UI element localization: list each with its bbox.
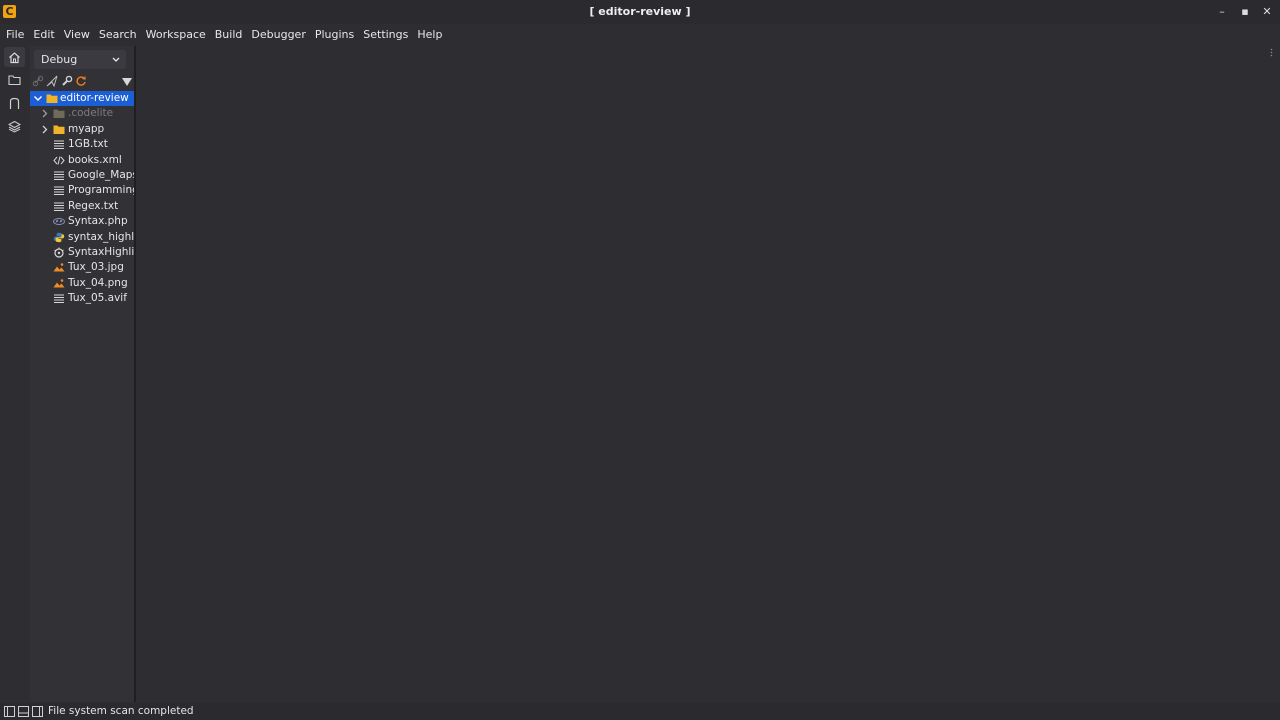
code-file-icon: [53, 155, 65, 166]
chevron-right-icon[interactable]: [40, 122, 50, 137]
workspace-toolbar: [30, 74, 134, 90]
folder-icon: [46, 93, 58, 104]
tree-item[interactable]: 1GB.txt: [30, 137, 134, 152]
chevron-right-icon[interactable]: [40, 106, 50, 121]
tree-item-label: Google_Maps_: [68, 168, 134, 181]
folder-icon: [53, 108, 65, 119]
tree-item[interactable]: Regex.txt: [30, 199, 134, 214]
folder-icon[interactable]: [4, 70, 25, 90]
maximize-button[interactable]: ▪: [1237, 4, 1253, 20]
menu-view[interactable]: View: [64, 28, 90, 41]
menu-debugger[interactable]: Debugger: [251, 28, 305, 41]
tree-item[interactable]: Tux_04.png: [30, 276, 134, 291]
status-bar: File system scan completed: [0, 703, 1280, 720]
toggle-right-panel-icon[interactable]: [32, 706, 43, 717]
toggle-sidebar-icon[interactable]: [4, 706, 15, 717]
tree-item[interactable]: books.xml: [30, 153, 134, 168]
tree-root[interactable]: editor-review: [30, 91, 134, 106]
text-file-icon: [53, 201, 65, 212]
tree-item-label: myapp: [68, 122, 105, 135]
text-file-icon: [53, 293, 65, 304]
tree-item[interactable]: Tux_03.jpg: [30, 260, 134, 275]
tree-item-label: editor-review: [60, 92, 129, 104]
tree-item-label: syntax_highlig: [68, 230, 134, 243]
title-bar: C [ editor-review ] – ▪ ✕: [0, 0, 1280, 24]
activity-bar: [0, 46, 29, 702]
tree-item-label: Tux_03.jpg: [68, 261, 124, 274]
minimize-button[interactable]: –: [1214, 4, 1230, 20]
link-icon[interactable]: [32, 75, 45, 88]
menu-bar: File Edit View Search Workspace Build De…: [0, 24, 1280, 44]
tree-item-label: SyntaxHighlig: [68, 245, 134, 258]
menu-plugins[interactable]: Plugins: [315, 28, 354, 41]
send-icon[interactable]: [46, 75, 59, 88]
refresh-icon[interactable]: [75, 75, 88, 88]
home-icon[interactable]: [4, 47, 25, 67]
chevron-down-icon[interactable]: [33, 91, 43, 106]
tree-item[interactable]: Syntax.php: [30, 214, 134, 229]
tree-item[interactable]: Programming(: [30, 183, 134, 198]
file-tree: editor-review .codelite myapp 1GB.txt bo…: [30, 91, 134, 306]
tree-item-label: Syntax.php: [68, 215, 128, 228]
workspace-panel: Debug editor-review .codelite myapp 1GB.…: [30, 46, 134, 702]
menu-settings[interactable]: Settings: [363, 28, 408, 41]
more-options-icon[interactable]: [1270, 48, 1273, 57]
filter-icon[interactable]: [122, 75, 134, 88]
chevron-down-icon: [112, 50, 120, 77]
toggle-bottom-panel-icon[interactable]: [18, 706, 29, 717]
menu-build[interactable]: Build: [215, 28, 243, 41]
tree-item-label: Tux_05.avif: [68, 292, 127, 305]
tree-item[interactable]: Tux_05.avif: [30, 291, 134, 306]
status-message: File system scan completed: [48, 705, 194, 717]
rust-file-icon: [53, 247, 65, 258]
tree-item-label: Tux_04.png: [68, 276, 128, 289]
editor-area[interactable]: [136, 46, 1280, 702]
image-file-icon: [53, 262, 65, 273]
close-button[interactable]: ✕: [1259, 4, 1275, 20]
image-file-icon: [53, 278, 65, 289]
tree-item[interactable]: SyntaxHighlig: [30, 245, 134, 260]
menu-search[interactable]: Search: [99, 28, 137, 41]
wrench-icon[interactable]: [61, 75, 74, 88]
tree-item-label: 1GB.txt: [68, 138, 108, 151]
tree-item[interactable]: myapp: [30, 122, 134, 137]
menu-workspace[interactable]: Workspace: [146, 28, 206, 41]
text-file-icon: [53, 185, 65, 196]
text-file-icon: [53, 139, 65, 150]
text-file-icon: [53, 170, 65, 181]
python-file-icon: [53, 232, 65, 243]
layers-icon[interactable]: [4, 116, 25, 136]
window-title: [ editor-review ]: [589, 5, 691, 18]
menu-help[interactable]: Help: [417, 28, 442, 41]
tree-item-label: books.xml: [68, 153, 122, 166]
tree-item[interactable]: syntax_highlig: [30, 230, 134, 245]
magnet-icon[interactable]: [4, 93, 25, 113]
build-config-select[interactable]: Debug: [34, 50, 126, 69]
menu-edit[interactable]: Edit: [33, 28, 54, 41]
tree-item-label: .codelite: [68, 107, 114, 120]
build-config-value: Debug: [41, 53, 78, 66]
tree-item-label: Regex.txt: [68, 199, 119, 212]
menu-file[interactable]: File: [6, 28, 24, 41]
tree-item[interactable]: Google_Maps_: [30, 168, 134, 183]
tree-item-label: Programming(: [68, 184, 134, 197]
php-file-icon: [53, 216, 65, 227]
folder-icon: [53, 124, 65, 135]
tree-item[interactable]: .codelite: [30, 106, 134, 121]
